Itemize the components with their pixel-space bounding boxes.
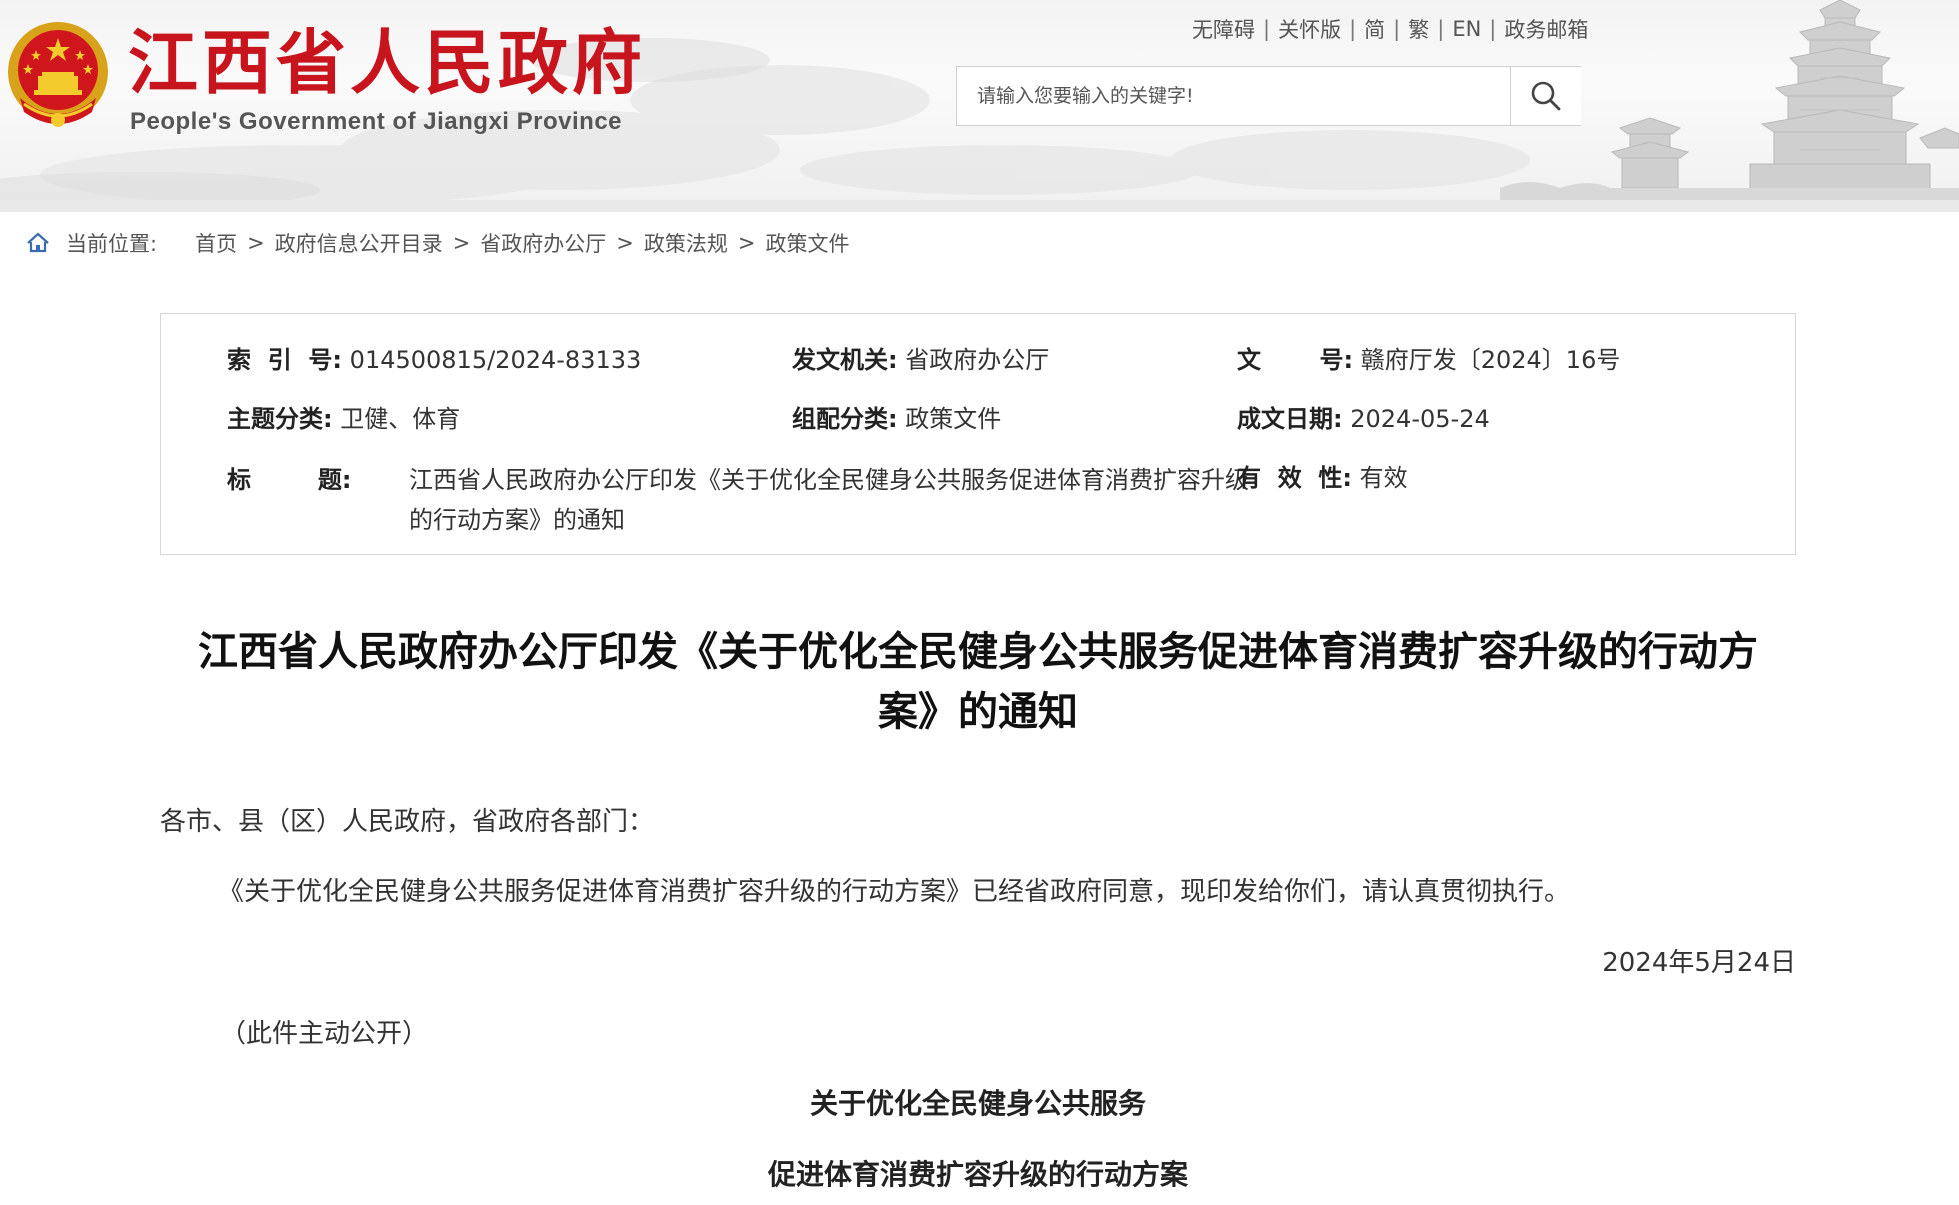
document-number-value: 赣府厅发〔2024〕16号 — [1360, 346, 1621, 374]
breadcrumb-label: 当前位置: — [66, 232, 158, 256]
category-value: 政策文件 — [905, 405, 1002, 433]
separator: | — [1393, 17, 1401, 41]
topic-field: 主题分类: 卫健、体育 — [227, 402, 460, 436]
issuer-label: 发文机关: — [792, 346, 898, 374]
breadcrumb-separator: > — [452, 231, 471, 255]
traditional-chinese-link[interactable]: 繁 — [1408, 14, 1429, 44]
accessibility-link[interactable]: 无障碍 — [1192, 14, 1255, 44]
category-field: 组配分类: 政策文件 — [792, 402, 1001, 436]
breadcrumb-separator: > — [247, 231, 265, 255]
separator: | — [1349, 17, 1357, 41]
plan-subheading-1: 关于优化全民健身公共服务 — [809, 1087, 1146, 1120]
issuer-field: 发文机关: 省政府办公厅 — [792, 343, 1049, 377]
category-label: 组配分类: — [792, 405, 898, 433]
issuer-value: 省政府办公厅 — [905, 346, 1050, 374]
pagoda-illustration — [1500, 0, 1959, 200]
breadcrumb: 当前位置: 首页 > 政府信息公开目录 > 省政府办公厅 > 政策法规 > 政策… — [26, 226, 850, 260]
index-number-value: 014500815/2024-83133 — [349, 346, 642, 374]
document-number-label: 文 号: — [1237, 346, 1354, 374]
document-info-panel: 索 引 号: 014500815/2024-83133 发文机关: 省政府办公厅… — [160, 313, 1796, 555]
search-input[interactable] — [957, 67, 1510, 125]
title-label: 标 题: — [227, 466, 352, 494]
index-number-label: 索 引 号: — [227, 346, 343, 374]
home-icon — [27, 232, 49, 253]
simplified-chinese-link[interactable]: 简 — [1364, 14, 1385, 44]
separator: | — [1437, 17, 1445, 41]
document-title: 江西省人民政府办公厅印发《关于优化全民健身公共服务促进体育消费扩容升级的行动方案… — [198, 629, 1758, 735]
site-title[interactable]: 江西省人民政府 — [128, 18, 646, 108]
breadcrumb-home[interactable]: 首页 — [195, 228, 237, 258]
site-header: 江西省人民政府 People's Government of Jiangxi P… — [0, 0, 1959, 200]
signature-date: 2024年5月24日 — [1602, 948, 1796, 978]
separator: | — [1489, 17, 1497, 41]
breadcrumb-separator: > — [616, 231, 634, 255]
topic-value: 卫健、体育 — [340, 405, 461, 433]
document-number-field: 文 号: 赣府厅发〔2024〕16号 — [1237, 343, 1620, 377]
header-divider — [0, 200, 1959, 212]
breadcrumb-general-office[interactable]: 省政府办公厅 — [480, 228, 606, 258]
breadcrumb-policies[interactable]: 政策法规 — [644, 228, 728, 258]
index-number-field: 索 引 号: 014500815/2024-83133 — [227, 343, 641, 377]
elderly-care-mode-link[interactable]: 关怀版 — [1278, 14, 1341, 44]
breadcrumb-policy-documents[interactable]: 政策文件 — [766, 228, 850, 258]
plan-subheading-2: 促进体育消费扩容升级的行动方案 — [767, 1158, 1188, 1191]
validity-label: 有 效 性: — [1237, 464, 1353, 492]
topic-label: 主题分类: — [227, 405, 333, 433]
breadcrumb-separator: > — [737, 231, 756, 255]
title-value: 江西省人民政府办公厅印发《关于优化全民健身公共服务促进体育消费扩容升级的行动方案… — [409, 466, 1249, 534]
english-link[interactable]: EN — [1452, 17, 1481, 41]
validity-value: 有效 — [1359, 464, 1408, 492]
separator: | — [1263, 17, 1271, 41]
site-subtitle: People's Government of Jiangxi Province — [130, 108, 623, 135]
search-box — [956, 66, 1581, 126]
disclosure-note: （此件主动公开） — [220, 1019, 429, 1049]
date-value: 2024-05-24 — [1350, 405, 1490, 433]
salutation: 各市、县（区）人民政府，省政府各部门： — [160, 807, 655, 837]
validity-field: 有 效 性: 有效 — [1237, 461, 1408, 495]
breadcrumb-info-catalog[interactable]: 政府信息公开目录 — [275, 228, 443, 258]
national-emblem-icon[interactable] — [6, 20, 110, 132]
date-label: 成文日期: — [1237, 405, 1343, 433]
body-paragraph: 《关于优化全民健身公共服务促进体育消费扩容升级的行动方案》已经省政府同意，现印发… — [218, 877, 1571, 907]
date-field: 成文日期: 2024-05-24 — [1237, 402, 1490, 436]
